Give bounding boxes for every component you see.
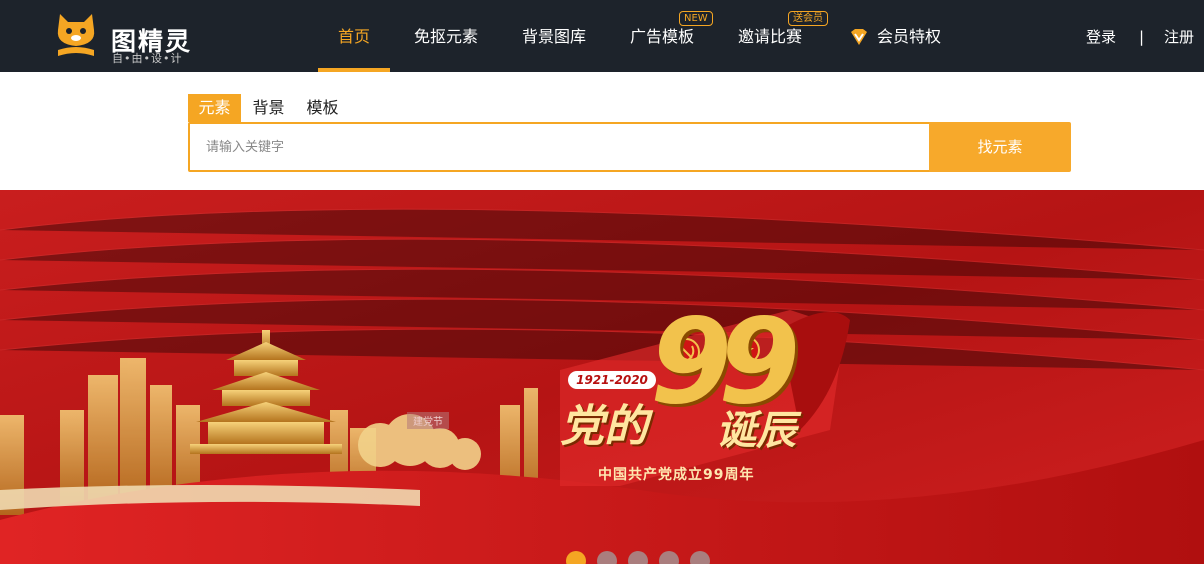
nav-vip-privileges[interactable]: 会员特权	[877, 0, 941, 72]
vip-diamond-icon	[851, 29, 867, 45]
search-tab-elements[interactable]: 元素	[188, 94, 241, 122]
banner-years: 1921-2020	[568, 371, 656, 389]
login-link[interactable]: 登录	[1086, 0, 1116, 72]
carousel-dot-1[interactable]	[566, 551, 586, 564]
banner-headline-b: 诞辰	[716, 408, 796, 454]
search-button[interactable]: 找元素	[929, 122, 1071, 172]
banner-tag: 建党节	[407, 412, 449, 429]
carousel-dot-4[interactable]	[659, 551, 679, 564]
top-navbar: 图精灵 自•由•设•计 首页 免抠元素 背景图库 广告模板 NEW 邀请比赛 送…	[0, 0, 1204, 72]
search-tab-templates[interactable]: 模板	[300, 94, 345, 122]
nav-active-indicator	[318, 68, 390, 72]
search-bar: 找元素	[188, 122, 1071, 172]
nav-home[interactable]: 首页	[338, 0, 370, 72]
gift-vip-badge: 送会员	[788, 11, 828, 26]
site-logo[interactable]: 图精灵 自•由•设•计	[54, 10, 214, 66]
banner-headline-a: 党的	[560, 401, 648, 452]
search-input[interactable]	[190, 124, 928, 170]
carousel-dot-5[interactable]	[690, 551, 710, 564]
banner-subtitle: 中国共产党成立99周年	[598, 467, 755, 483]
new-badge: NEW	[679, 11, 713, 26]
search-tab-backgrounds[interactable]: 背景	[246, 94, 291, 122]
carousel-dot-3[interactable]	[628, 551, 648, 564]
mascot-logo-icon	[57, 14, 95, 56]
hero-banner[interactable]: 99 1921-2020 党的 诞辰 中国共产党成立99周年 建党节	[0, 190, 1204, 564]
nav-free-elements[interactable]: 免抠元素	[414, 0, 478, 72]
auth-separator: |	[1139, 28, 1145, 46]
logo-subtitle: 自•由•设•计	[112, 52, 183, 65]
nav-backgrounds[interactable]: 背景图库	[522, 0, 586, 72]
carousel-dot-2[interactable]	[597, 551, 617, 564]
register-link[interactable]: 注册	[1164, 0, 1194, 72]
